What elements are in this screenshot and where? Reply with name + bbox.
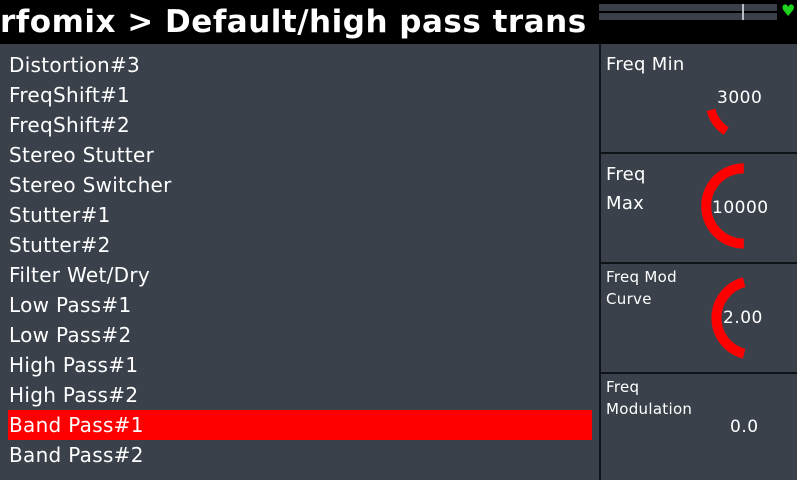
param-value: 2.00 <box>723 308 763 328</box>
list-item[interactable]: Low Pass#2 <box>8 320 592 350</box>
list-item[interactable]: FreqShift#2 <box>8 110 592 140</box>
list-item[interactable]: Stutter#1 <box>8 200 592 230</box>
header-bar: rfomix > Default/high pass trans ♥ <box>0 0 797 44</box>
param-freq-mod-curve[interactable]: Freq Mod Curve 2.00 <box>601 264 797 374</box>
list-item[interactable]: High Pass#1 <box>8 350 592 380</box>
list-item[interactable]: Low Pass#1 <box>8 290 592 320</box>
list-item-selected[interactable]: Band Pass#1 <box>8 410 592 440</box>
list-item[interactable]: Stereo Switcher <box>8 170 592 200</box>
param-freq-modulation[interactable]: Freq Modulation 0.0 <box>601 374 797 480</box>
param-freq-max[interactable]: Freq Max 10000 <box>601 154 797 264</box>
param-value: 10000 <box>712 198 769 218</box>
level-meter-right <box>599 13 777 20</box>
list-item[interactable]: FreqShift#1 <box>8 80 592 110</box>
list-item[interactable]: High Pass#2 <box>8 380 592 410</box>
knob-freq-mod-curve[interactable] <box>601 264 797 374</box>
meter-peak-marker <box>742 4 744 20</box>
param-label: Freq Modulation <box>606 378 693 418</box>
list-item[interactable]: Stereo Stutter <box>8 140 592 170</box>
list-item[interactable]: Distortion#3 <box>8 50 592 80</box>
knob-freq-min[interactable] <box>601 44 797 154</box>
level-meter-left <box>599 4 777 11</box>
list-item[interactable]: Band Pass#2 <box>8 440 592 470</box>
param-value: 3000 <box>717 88 763 108</box>
param-freq-min[interactable]: Freq Min 3000 <box>601 44 797 154</box>
param-value: 0.0 <box>730 417 759 437</box>
heart-icon: ♥ <box>781 1 796 20</box>
page-title: rfomix > Default/high pass trans <box>0 4 587 40</box>
list-item[interactable]: Stutter#2 <box>8 230 592 260</box>
list-item[interactable]: Filter Wet/Dry <box>8 260 592 290</box>
module-list[interactable]: Distortion#3 FreqShift#1 FreqShift#2 Ste… <box>0 44 599 480</box>
